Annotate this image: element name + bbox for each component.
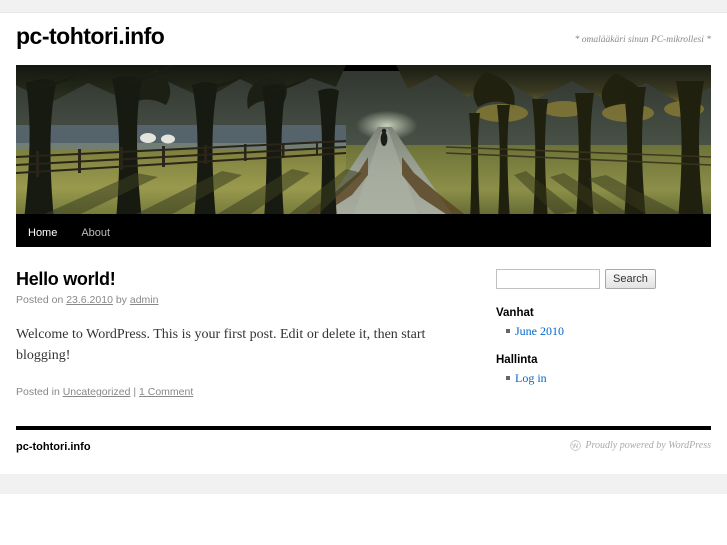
post-date-link[interactable]: 23.6.2010 (66, 294, 113, 306)
post-content: Hello world! Posted on 23.6.2010 by admi… (16, 269, 496, 414)
post-comments-link[interactable]: 1 Comment (139, 386, 193, 398)
widget-archives: Vanhat June 2010 (496, 307, 671, 340)
nav-link-home[interactable]: Home (16, 220, 69, 247)
nav-link-about[interactable]: About (69, 220, 122, 247)
footer: pc-tohtori.info Proudly powered by WordP… (16, 430, 711, 464)
post-utility: Posted in Uncategorized | 1 Comment (16, 386, 456, 398)
widget-archives-list: June 2010 (496, 323, 671, 340)
post-meta: Posted on 23.6.2010 by admin (16, 294, 456, 306)
list-item[interactable]: June 2010 (506, 323, 671, 340)
footer-generator[interactable]: Proudly powered by WordPress (570, 440, 711, 451)
archive-link-june-2010[interactable]: June 2010 (515, 324, 564, 338)
widget-meta: Hallinta Log in (496, 354, 671, 387)
search-form: Search (496, 269, 671, 289)
post-body-paragraph: Welcome to WordPress. This is your first… (16, 327, 426, 363)
site-title-text: pc-tohtori.info (16, 23, 165, 49)
search-input[interactable] (496, 269, 600, 289)
site-description: * omalääkäri sinun PC-mikrollesi * (574, 35, 711, 45)
browser-top-strip (0, 0, 727, 13)
page-wrapper: pc-tohtori.info * omalääkäri sinun PC-mi… (0, 13, 727, 464)
nav-list: Home About (16, 220, 711, 247)
login-link[interactable]: Log in (515, 371, 547, 385)
page-bottom-band (0, 474, 727, 494)
widget-archives-title: Vanhat (496, 307, 534, 319)
widget-meta-list: Log in (496, 370, 671, 387)
sidebar: Search Vanhat June 2010 Hallinta Log in (496, 269, 671, 414)
wordpress-logo-icon (570, 440, 582, 451)
post-utility-posted-in-label: Posted in (16, 386, 63, 398)
post-category-link[interactable]: Uncategorized (63, 386, 131, 398)
post-title[interactable]: Hello world! (16, 269, 456, 290)
widget-meta-title: Hallinta (496, 354, 538, 366)
post-title-text: Hello world! (16, 269, 116, 289)
post-author-link[interactable]: admin (130, 294, 159, 306)
footer-site-info[interactable]: pc-tohtori.info (16, 441, 91, 453)
main-content-area: Hello world! Posted on 23.6.2010 by admi… (16, 247, 711, 414)
post-meta-by-label: by (112, 294, 130, 306)
site-branding: pc-tohtori.info * omalääkäri sinun PC-mi… (16, 13, 711, 65)
nav-item-home[interactable]: Home (16, 220, 69, 247)
post-utility-separator: | (130, 386, 139, 398)
footer-site-name: pc-tohtori.info (16, 441, 91, 453)
list-item[interactable]: Log in (506, 370, 671, 387)
post-body: Welcome to WordPress. This is your first… (16, 324, 456, 366)
nav-item-about[interactable]: About (69, 220, 122, 247)
path-header-image (16, 65, 711, 220)
search-button[interactable]: Search (605, 269, 656, 289)
site-title[interactable]: pc-tohtori.info (16, 23, 165, 49)
footer-generator-text: Proudly powered by WordPress (585, 440, 711, 451)
post-meta-posted-on-label: Posted on (16, 294, 67, 306)
primary-navigation: Home About (16, 220, 711, 247)
